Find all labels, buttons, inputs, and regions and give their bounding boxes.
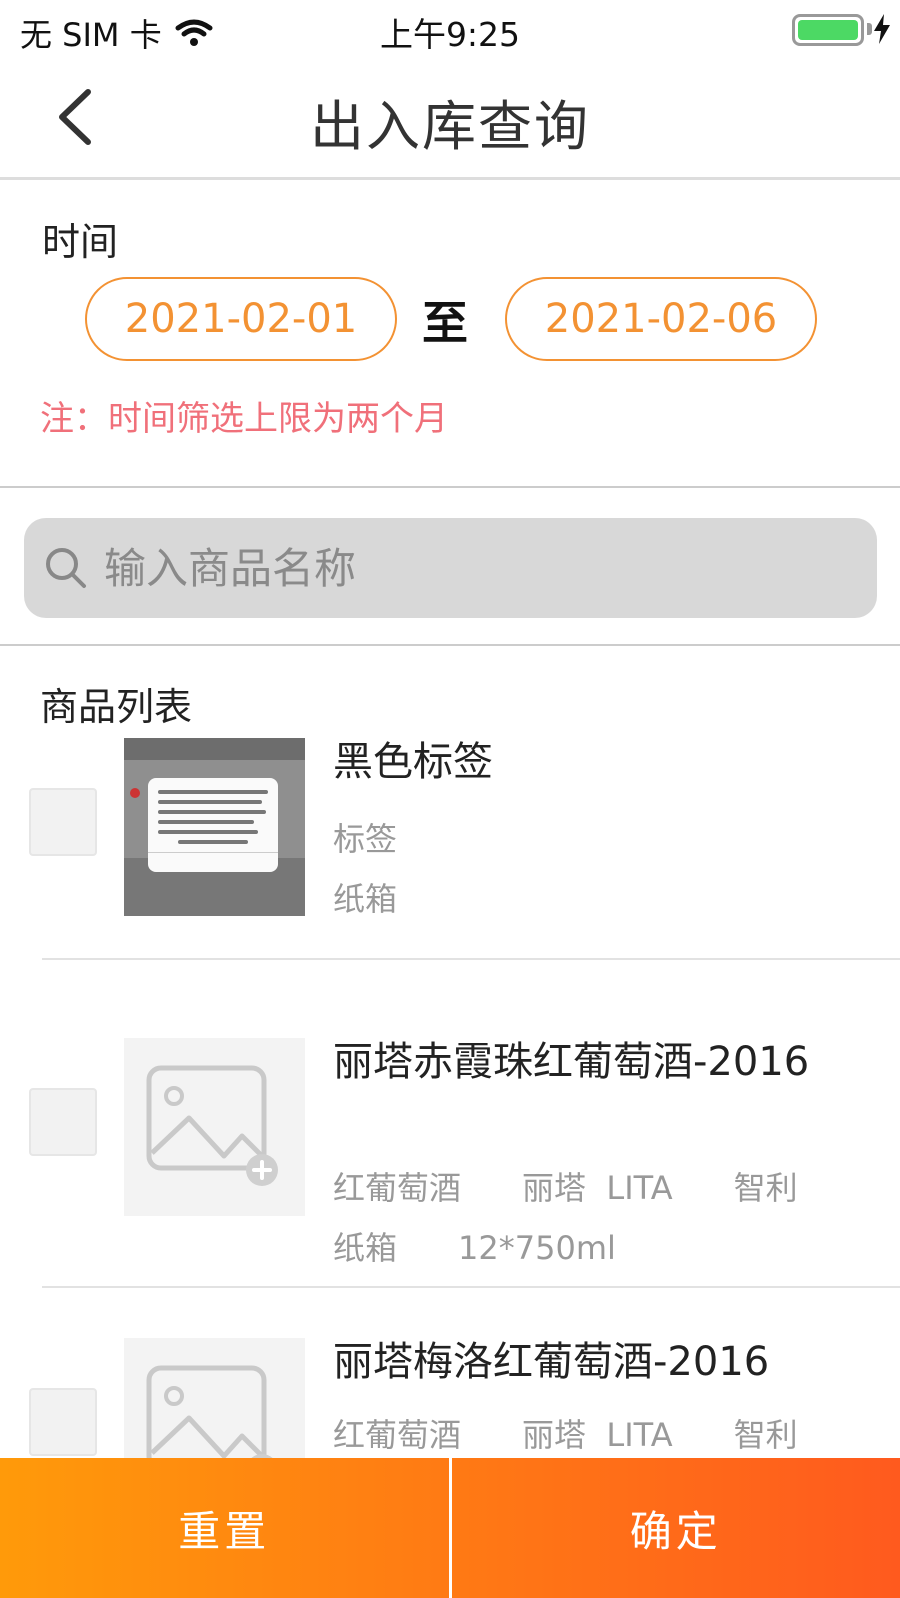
battery-level <box>798 20 858 40</box>
battery-icon <box>792 14 864 46</box>
item-attributes: 红葡萄酒 丽塔 LITA 智利 <box>333 1169 798 1207</box>
product-thumbnail <box>124 738 305 916</box>
screenshot-thumbnail-image <box>124 738 305 916</box>
search-box[interactable] <box>24 518 877 618</box>
product-list: 商品列表 黑色标签 标签 纸箱 丽塔赤霞珠红葡萄酒-2016 红葡萄酒 丽塔 L… <box>0 648 900 1458</box>
time-label: 时间 <box>42 220 119 264</box>
item-checkbox[interactable] <box>29 1388 97 1456</box>
search-icon <box>46 548 86 588</box>
search-input[interactable] <box>104 518 854 618</box>
list-item[interactable]: 黑色标签 标签 纸箱 <box>0 738 900 960</box>
search-section <box>0 490 900 646</box>
nav-bar: 出入库查询 <box>0 60 900 180</box>
item-divider <box>42 958 900 960</box>
reset-button[interactable]: 重置 <box>0 1458 449 1598</box>
item-name: 丽塔梅洛红葡萄酒-2016 <box>333 1339 770 1385</box>
product-thumbnail <box>124 1338 305 1458</box>
item-package: 纸箱 <box>333 880 398 918</box>
item-name: 黑色标签 <box>333 739 493 785</box>
start-date-picker[interactable]: 2021-02-01 <box>85 277 397 361</box>
image-placeholder-icon <box>146 1065 278 1186</box>
page-title: 出入库查询 <box>310 95 590 158</box>
time-range-note: 注：时间筛选上限为两个月 <box>40 399 448 439</box>
charging-bolt-icon <box>874 14 890 44</box>
bottom-action-bar: 重置 确定 <box>0 1458 900 1598</box>
status-bar: 无 SIM 卡 上午9:25 <box>0 0 900 60</box>
image-placeholder-icon <box>146 1365 273 1458</box>
product-thumbnail <box>124 1038 305 1216</box>
list-title: 商品列表 <box>40 685 193 729</box>
item-category: 标签 <box>333 820 398 858</box>
item-attributes: 红葡萄酒 丽塔 LITA 智利 <box>333 1416 798 1454</box>
list-item[interactable]: 丽塔梅洛红葡萄酒-2016 红葡萄酒 丽塔 LITA 智利 <box>0 1338 900 1458</box>
confirm-button[interactable]: 确定 <box>452 1458 900 1598</box>
item-name: 丽塔赤霞珠红葡萄酒-2016 <box>333 1039 810 1085</box>
item-checkbox[interactable] <box>29 1088 97 1156</box>
item-package: 纸箱 12*750ml <box>333 1229 616 1267</box>
to-label: 至 <box>422 296 468 350</box>
time-filter-section: 时间 2021-02-01 至 2021-02-06 注：时间筛选上限为两个月 <box>0 183 900 488</box>
item-checkbox[interactable] <box>29 788 97 856</box>
battery-tip <box>867 23 872 35</box>
list-item[interactable]: 丽塔赤霞珠红葡萄酒-2016 红葡萄酒 丽塔 LITA 智利 纸箱 12*750… <box>0 1038 900 1288</box>
item-divider <box>42 1286 900 1288</box>
clock: 上午9:25 <box>379 15 521 54</box>
end-date-picker[interactable]: 2021-02-06 <box>505 277 817 361</box>
